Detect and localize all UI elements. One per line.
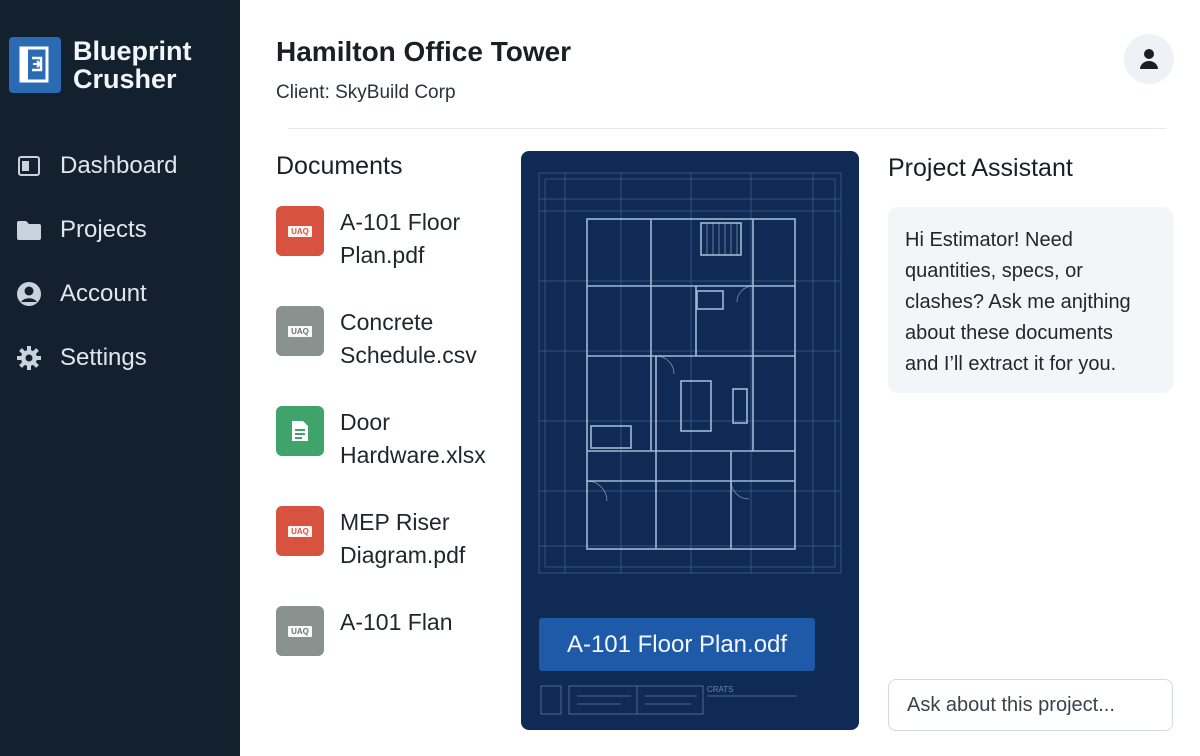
message-line: Hi Estimator! Need [905,229,1073,251]
folder-icon [16,217,42,243]
project-header: Hamilton Office Tower Client: SkyBuild C… [276,36,571,104]
assistant-message: Hi Estimator! Need quantities, specs, or… [888,207,1173,393]
viewer-file-label[interactable]: A-101 Floor Plan.odf [539,618,815,671]
document-name-line2: Diagram.pdf [340,542,466,568]
sidebar-item-label: Account [60,280,147,307]
documents-title: Documents [276,152,403,180]
document-name-line2: Schedule.csv [340,342,477,368]
document-name-line1: Door [340,409,390,435]
document-name: Concrete Schedule.csv [340,306,477,372]
client-name: Client: SkyBuild Corp [276,82,456,103]
avatar[interactable] [1124,34,1174,84]
document-item[interactable]: UAQ MEP Riser Diagram.pdf [276,506,506,606]
file-badge: UAQ [288,625,312,637]
document-name-line2: Plan.pdf [340,242,425,268]
sidebar-item-projects[interactable]: Projects [0,198,240,262]
assistant-title: Project Assistant [888,154,1073,182]
sidebar: Blueprint Crusher Dashboard Projects Acc… [0,0,240,756]
gear-icon [16,345,42,371]
file-badge: UAQ [288,525,312,537]
sidebar-item-label: Projects [60,216,147,243]
file-badge: UAQ [288,325,312,337]
file-icon: UAQ [276,606,324,656]
message-line: clashes? Ask me anjthing [905,291,1131,313]
sidebar-item-settings[interactable]: Settings [0,326,240,390]
pdf-file-icon: UAQ [276,506,324,556]
stamp-text: CRATS [707,685,734,694]
document-item[interactable]: UAQ Concrete Schedule.csv [276,306,506,406]
document-name-line1: A-101 Flan [340,609,453,635]
document-name: A-101 Floor Plan.pdf [340,206,460,272]
brand[interactable]: Blueprint Crusher [9,37,192,93]
document-item[interactable]: UAQ A-101 Flan [276,606,506,706]
document-list: UAQ A-101 Floor Plan.pdf UAQ Concrete Sc… [276,206,506,706]
pdf-file-icon: UAQ [276,206,324,256]
file-badge: UAQ [288,225,312,237]
sidebar-item-label: Dashboard [60,152,178,179]
spreadsheet-file-icon [276,406,324,456]
user-circle-icon [16,281,42,307]
message-line: quantities, specs, or [905,260,1083,282]
document-item[interactable]: UAQ A-101 Floor Plan.pdf [276,206,506,306]
document-item[interactable]: Door Hardware.xlsx [276,406,506,506]
ask-input[interactable] [888,679,1173,731]
header-divider [288,128,1166,129]
dashboard-icon [16,153,42,179]
document-name: MEP Riser Diagram.pdf [340,506,465,572]
brand-name: Blueprint Crusher [73,37,192,93]
document-name: Door Hardware.xlsx [340,406,486,472]
document-name: A-101 Flan [340,606,453,639]
message-line: about these documents [905,322,1113,344]
sidebar-nav: Dashboard Projects Account Settings [0,134,240,390]
csv-file-icon: UAQ [276,306,324,356]
document-name-line1: A-101 Floor [340,209,461,235]
blueprint-logo-icon [9,37,61,93]
document-name-line2: Hardware.xlsx [340,442,486,468]
sidebar-item-account[interactable]: Account [0,262,240,326]
user-icon [1140,49,1158,69]
brand-name-line1: Blueprint [73,36,192,66]
message-line: and I’ll extract it for you. [905,353,1117,375]
page-title: Hamilton Office Tower [276,36,572,67]
document-name-line1: Concrete [340,309,434,335]
sidebar-item-dashboard[interactable]: Dashboard [0,134,240,198]
document-name-line1: MEP Riser [340,509,450,535]
sidebar-item-label: Settings [60,344,147,371]
document-viewer[interactable]: CRATS A-101 Floor Plan.odf [521,151,859,730]
brand-name-line2: Crusher [73,64,177,94]
